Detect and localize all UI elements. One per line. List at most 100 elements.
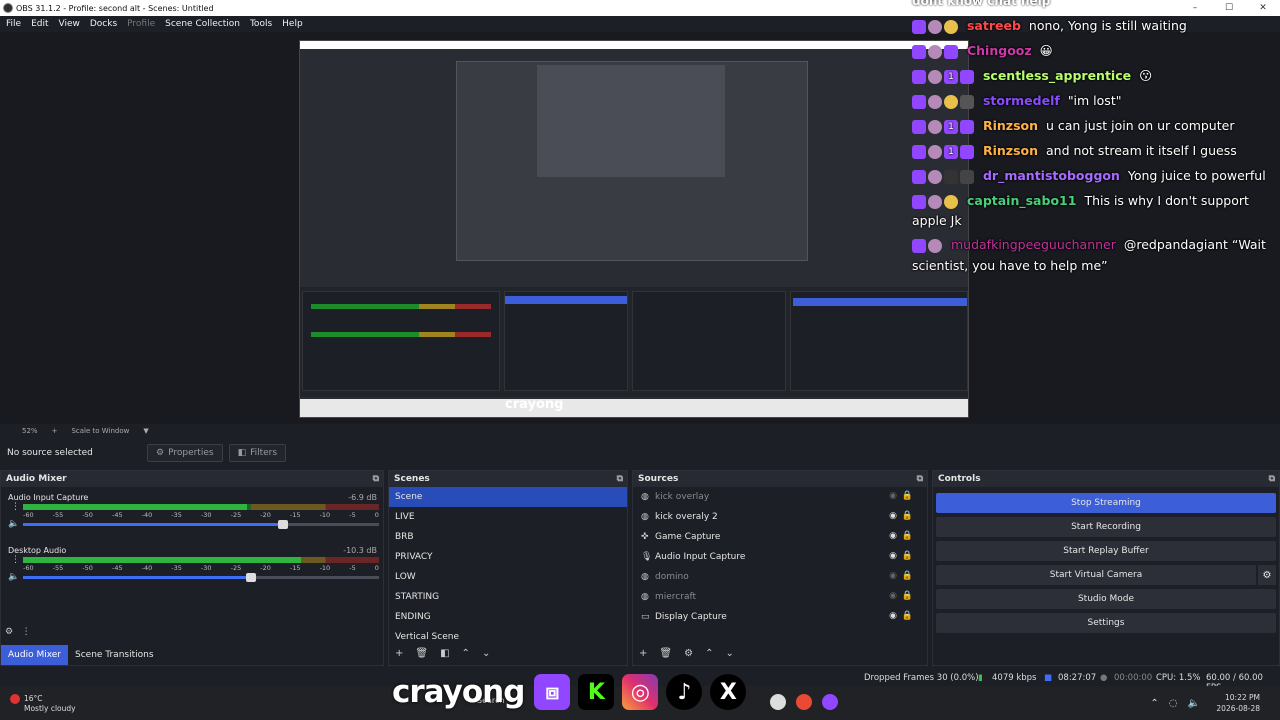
scene-item[interactable]: LIVE: [389, 507, 627, 527]
volume-knob[interactable]: [245, 573, 256, 582]
virtual-camera-gear-icon[interactable]: ⚙: [1258, 565, 1276, 585]
prime-badge-icon: [960, 145, 974, 160]
chrome-app-icon[interactable]: [796, 694, 812, 710]
add-icon[interactable]: +: [639, 648, 647, 659]
arrow-down-icon[interactable]: ⌄: [725, 648, 733, 659]
network-icon[interactable]: ◌: [1169, 698, 1188, 709]
lock-icon[interactable]: 🔒: [902, 611, 913, 621]
obs-app-icon[interactable]: [770, 694, 786, 710]
date: 2026-08-28: [1216, 704, 1260, 713]
lock-icon[interactable]: 🔒: [902, 531, 913, 541]
mixer-tabs: Audio Mixer Scene Transitions: [1, 645, 161, 665]
weather-widget[interactable]: 16°C Mostly cloudy: [10, 694, 76, 714]
menu-help[interactable]: Help: [282, 19, 303, 29]
scale-mode[interactable]: Scale to Window: [71, 427, 129, 435]
gear-icon[interactable]: ⚙: [684, 648, 693, 659]
discord-app-icon[interactable]: [822, 694, 838, 710]
volume-slider[interactable]: [23, 520, 379, 529]
eye-hidden-icon[interactable]: ◉: [889, 591, 897, 601]
scene-item[interactable]: PRIVACY: [389, 547, 627, 567]
scene-item[interactable]: ENDING: [389, 607, 627, 627]
scene-item[interactable]: Scene: [389, 487, 627, 507]
properties-button[interactable]: ⚙ Properties: [147, 444, 223, 462]
tab-scene-transitions[interactable]: Scene Transitions: [68, 645, 161, 665]
volume-icon[interactable]: 🔈: [1188, 698, 1210, 709]
scene-item[interactable]: STARTING: [389, 587, 627, 607]
chevron-down-icon[interactable]: ▼: [143, 427, 148, 435]
source-item[interactable]: 🎙 Audio Input Capture ◉ 🔒: [633, 547, 927, 567]
lock-icon[interactable]: 🔒: [902, 511, 913, 521]
start-replay-buffer-button[interactable]: Start Replay Buffer: [936, 541, 1276, 561]
meter-tick-label: -60: [23, 564, 34, 572]
start-recording-button[interactable]: Start Recording: [936, 517, 1276, 537]
menu-scene-collection[interactable]: Scene Collection: [165, 19, 240, 29]
undock-icon[interactable]: ⧉: [617, 474, 623, 484]
sub-badge-icon: 1: [944, 145, 958, 160]
volume-knob[interactable]: [277, 520, 288, 529]
lock-icon[interactable]: 🔒: [902, 591, 913, 601]
mic-icon: 🎙: [641, 552, 653, 562]
channel-menu-icon[interactable]: ⋮: [11, 555, 20, 565]
menu-tools[interactable]: Tools: [250, 19, 272, 29]
zoom-plus-icon[interactable]: +: [52, 427, 58, 435]
arrow-down-icon[interactable]: ⌄: [482, 648, 490, 659]
source-item[interactable]: ▭ Display Capture ◉ 🔒: [633, 607, 927, 627]
menu-icon[interactable]: ⋮: [22, 627, 31, 637]
channel-menu-icon[interactable]: ⋮: [11, 502, 20, 512]
trash-icon[interactable]: 🗑: [415, 648, 428, 659]
speaker-icon[interactable]: 🔈: [8, 572, 19, 582]
stop-streaming-button[interactable]: Stop Streaming: [936, 493, 1276, 513]
menu-edit[interactable]: Edit: [31, 19, 48, 29]
lock-icon[interactable]: 🔒: [902, 551, 913, 561]
trash-icon[interactable]: 🗑: [659, 648, 672, 659]
dock-header: Sources ⧉: [633, 471, 927, 487]
menu-file[interactable]: File: [6, 19, 21, 29]
eye-hidden-icon[interactable]: ◉: [889, 571, 897, 581]
filters-button[interactable]: ◧ Filters: [228, 444, 287, 462]
menu-view[interactable]: View: [59, 19, 80, 29]
source-item[interactable]: ◍ miercraft ◉ 🔒: [633, 587, 927, 607]
add-icon[interactable]: +: [395, 648, 403, 659]
prime-badge-icon: [960, 120, 974, 135]
lock-icon[interactable]: 🔒: [902, 571, 913, 581]
zoom-level[interactable]: 52%: [22, 427, 38, 435]
preview-zoom-bar: 52% + Scale to Window ▼: [0, 424, 1280, 438]
preview-canvas[interactable]: crayong: [299, 40, 969, 418]
instagram-icon: ◎: [622, 674, 659, 710]
menu-profile[interactable]: Profile: [127, 19, 155, 29]
eye-icon[interactable]: ◉: [889, 551, 897, 561]
undock-icon[interactable]: ⧉: [373, 474, 379, 484]
source-item[interactable]: ◍ kick overaly 2 ◉ 🔒: [633, 507, 927, 527]
menu-docks[interactable]: Docks: [90, 19, 117, 29]
eye-icon[interactable]: ◉: [889, 511, 897, 521]
studio-mode-button[interactable]: Studio Mode: [936, 589, 1276, 609]
scene-item[interactable]: BRB: [389, 527, 627, 547]
lock-icon[interactable]: 🔒: [902, 491, 913, 501]
avatar: [928, 45, 942, 60]
scene-item[interactable]: LOW: [389, 567, 627, 587]
settings-button[interactable]: Settings: [936, 613, 1276, 633]
undock-icon[interactable]: ⧉: [1269, 474, 1275, 484]
gear-icon[interactable]: ⚙: [5, 627, 13, 637]
arrow-up-icon[interactable]: ⌃: [705, 648, 713, 659]
source-item[interactable]: ◍ kick overlay ◉ 🔒: [633, 487, 927, 507]
volume-slider[interactable]: [23, 573, 379, 582]
arrow-up-icon[interactable]: ⌃: [462, 648, 470, 659]
eye-hidden-icon[interactable]: ◉: [889, 491, 897, 501]
scene-item[interactable]: Vertical Scene: [389, 627, 627, 647]
undock-icon[interactable]: ⧉: [917, 474, 923, 484]
speaker-icon[interactable]: 🔈: [8, 519, 19, 529]
start-virtual-camera-button[interactable]: Start Virtual Camera: [936, 565, 1256, 585]
meter-tick-label: -45: [111, 564, 123, 572]
eye-icon[interactable]: ◉: [889, 611, 897, 621]
source-item[interactable]: ✜ Game Capture ◉ 🔒: [633, 527, 927, 547]
source-item[interactable]: ◍ domino ◉ 🔒: [633, 567, 927, 587]
clock[interactable]: 10:22 PM 2026-08-28: [1216, 692, 1260, 714]
filter-icon[interactable]: ◧: [440, 648, 449, 659]
tab-audio-mixer[interactable]: Audio Mixer: [1, 645, 68, 665]
kick-icon: K: [578, 674, 615, 710]
eye-icon[interactable]: ◉: [889, 531, 897, 541]
chevron-up-icon[interactable]: ⌃: [1150, 698, 1168, 709]
meter-tick-label: -55: [52, 511, 64, 519]
volume-fill: [23, 576, 251, 579]
